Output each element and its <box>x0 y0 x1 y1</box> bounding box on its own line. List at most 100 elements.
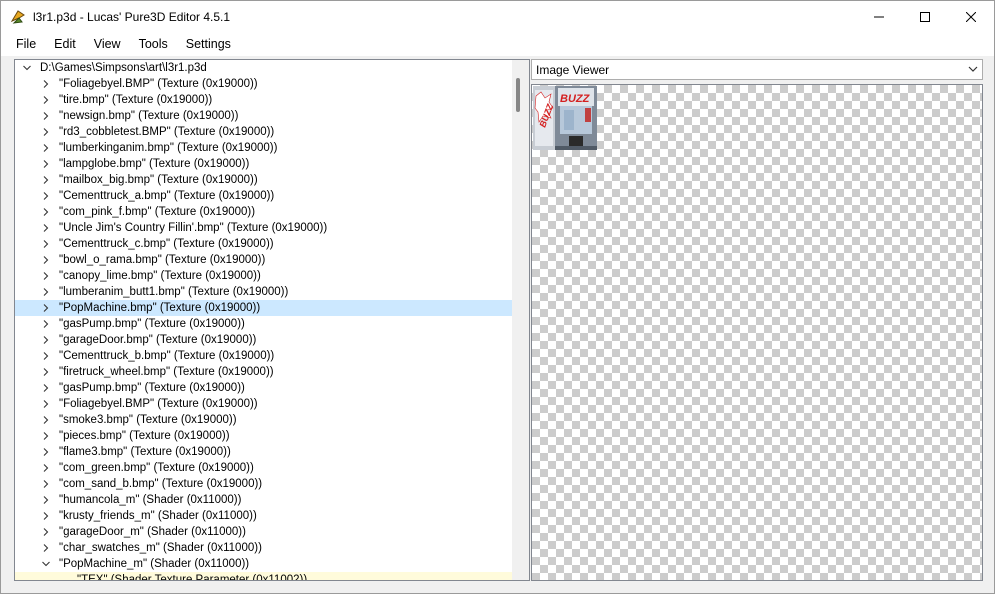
title-bar[interactable]: l3r1.p3d - Lucas' Pure3D Editor 4.5.1 <box>1 1 994 32</box>
texture-preview: BUZZ BUZZ <box>533 86 597 150</box>
tree-item[interactable]: "Foliagebyel.BMP" (Texture (0x19000)) <box>15 396 512 412</box>
tree-item[interactable]: "lampglobe.bmp" (Texture (0x19000)) <box>15 156 512 172</box>
tree-item[interactable]: "smoke3.bmp" (Texture (0x19000)) <box>15 412 512 428</box>
maximize-button[interactable] <box>902 1 948 32</box>
tree-item[interactable]: "newsign.bmp" (Texture (0x19000)) <box>15 108 512 124</box>
tree-item[interactable]: "bowl_o_rama.bmp" (Texture (0x19000)) <box>15 252 512 268</box>
tree-item[interactable]: "Cementtruck_c.bmp" (Texture (0x19000)) <box>15 236 512 252</box>
tree-item-label: "garageDoor_m" (Shader (0x11000)) <box>59 526 246 538</box>
tree-item[interactable]: "tire.bmp" (Texture (0x19000)) <box>15 92 512 108</box>
chevron-right-icon[interactable] <box>40 220 52 236</box>
menu-settings[interactable]: Settings <box>177 32 240 56</box>
minimize-button[interactable] <box>856 1 902 32</box>
chevron-right-icon[interactable] <box>40 364 52 380</box>
tree-item[interactable]: "Cementtruck_a.bmp" (Texture (0x19000)) <box>15 188 512 204</box>
chevron-down-icon[interactable] <box>40 556 52 572</box>
tree-item-label: "com_sand_b.bmp" (Texture (0x19000)) <box>59 478 263 490</box>
menu-view[interactable]: View <box>85 32 130 56</box>
chevron-right-icon[interactable] <box>40 460 52 476</box>
chevron-right-icon[interactable] <box>40 540 52 556</box>
chevron-right-icon[interactable] <box>40 236 52 252</box>
tree-item[interactable]: "com_pink_f.bmp" (Texture (0x19000)) <box>15 204 512 220</box>
tree-item-label: "Foliagebyel.BMP" (Texture (0x19000)) <box>59 78 258 90</box>
chevron-right-icon[interactable] <box>40 524 52 540</box>
tree-item[interactable]: "rd3_cobbletest.BMP" (Texture (0x19000)) <box>15 124 512 140</box>
tree-item-label: "Uncle Jim's Country Fillin'.bmp" (Textu… <box>59 222 328 234</box>
tree-item[interactable]: "com_sand_b.bmp" (Texture (0x19000)) <box>15 476 512 492</box>
chevron-right-icon[interactable] <box>40 396 52 412</box>
menu-edit[interactable]: Edit <box>45 32 85 56</box>
tree-item[interactable]: "mailbox_big.bmp" (Texture (0x19000)) <box>15 172 512 188</box>
tree-item-label: "com_pink_f.bmp" (Texture (0x19000)) <box>59 206 256 218</box>
chevron-right-icon[interactable] <box>40 492 52 508</box>
app-window: l3r1.p3d - Lucas' Pure3D Editor 4.5.1 Fi… <box>0 0 995 594</box>
tree-item[interactable]: "garageDoor.bmp" (Texture (0x19000)) <box>15 332 512 348</box>
chevron-right-icon[interactable] <box>40 300 52 316</box>
tree-item[interactable]: "com_green.bmp" (Texture (0x19000)) <box>15 460 512 476</box>
tree-item-label: "TEX" (Shader Texture Parameter (0x11002… <box>77 574 308 581</box>
tree-item[interactable]: "pieces.bmp" (Texture (0x19000)) <box>15 428 512 444</box>
tree-item-label: "PopMachine_m" (Shader (0x11000)) <box>59 558 250 570</box>
chevron-right-icon[interactable] <box>40 316 52 332</box>
tree-root[interactable]: D:\Games\Simpsons\art\l3r1.p3d <box>15 60 512 76</box>
tree-item[interactable]: "lumberkinganim.bmp" (Texture (0x19000)) <box>15 140 512 156</box>
tree-item-label: "firetruck_wheel.bmp" (Texture (0x19000)… <box>59 366 274 378</box>
chevron-right-icon[interactable] <box>40 92 52 108</box>
tree-item-label: "gasPump.bmp" (Texture (0x19000)) <box>59 382 245 394</box>
menu-tools[interactable]: Tools <box>130 32 177 56</box>
tree-item[interactable]: "canopy_lime.bmp" (Texture (0x19000)) <box>15 268 512 284</box>
chevron-right-icon[interactable] <box>40 140 52 156</box>
tree-item[interactable]: "gasPump.bmp" (Texture (0x19000)) <box>15 316 512 332</box>
chevron-right-icon[interactable] <box>40 252 52 268</box>
chevron-right-icon[interactable] <box>40 188 52 204</box>
tree-item[interactable]: "humancola_m" (Shader (0x11000)) <box>15 492 512 508</box>
tree-item[interactable]: "krusty_friends_m" (Shader (0x11000)) <box>15 508 512 524</box>
chevron-right-icon[interactable] <box>40 284 52 300</box>
tree-item[interactable]: "PopMachine_m" (Shader (0x11000)) <box>15 556 512 572</box>
tree-item-label: "krusty_friends_m" (Shader (0x11000)) <box>59 510 257 522</box>
tree-item-label: "lumberanim_butt1.bmp" (Texture (0x19000… <box>59 286 289 298</box>
close-button[interactable] <box>948 1 994 32</box>
chevron-right-icon[interactable] <box>40 444 52 460</box>
texture-buzz-horizontal: BUZZ <box>560 93 591 105</box>
right-scrollbar[interactable] <box>986 59 994 581</box>
tree-item[interactable]: "TEX" (Shader Texture Parameter (0x11002… <box>15 572 512 581</box>
chevron-right-icon[interactable] <box>40 124 52 140</box>
tree-item-label: "gasPump.bmp" (Texture (0x19000)) <box>59 318 245 330</box>
tree-item-label: "Foliagebyel.BMP" (Texture (0x19000)) <box>59 398 258 410</box>
chevron-right-icon[interactable] <box>40 204 52 220</box>
tree-scrollbar[interactable] <box>512 60 529 580</box>
chevron-down-icon <box>968 66 978 72</box>
chevron-right-icon[interactable] <box>40 172 52 188</box>
tree-item[interactable]: "PopMachine.bmp" (Texture (0x19000)) <box>15 300 512 316</box>
chevron-right-icon[interactable] <box>40 380 52 396</box>
chevron-down-icon[interactable] <box>21 60 33 76</box>
tree-item[interactable]: "gasPump.bmp" (Texture (0x19000)) <box>15 380 512 396</box>
viewer-select[interactable]: Image Viewer <box>531 59 983 80</box>
chevron-right-icon[interactable] <box>40 268 52 284</box>
tree-scroll-thumb[interactable] <box>516 78 520 112</box>
tree-item-label: "newsign.bmp" (Texture (0x19000)) <box>59 110 239 122</box>
chevron-right-icon[interactable] <box>40 348 52 364</box>
tree-item[interactable]: "garageDoor_m" (Shader (0x11000)) <box>15 524 512 540</box>
tree-item-label: "Cementtruck_a.bmp" (Texture (0x19000)) <box>59 190 275 202</box>
tree-item[interactable]: "Uncle Jim's Country Fillin'.bmp" (Textu… <box>15 220 512 236</box>
chevron-right-icon[interactable] <box>40 508 52 524</box>
tree-item[interactable]: "Foliagebyel.BMP" (Texture (0x19000)) <box>15 76 512 92</box>
chevron-right-icon[interactable] <box>40 76 52 92</box>
tree-item[interactable]: "flame3.bmp" (Texture (0x19000)) <box>15 444 512 460</box>
chevron-right-icon[interactable] <box>40 476 52 492</box>
file-tree[interactable]: D:\Games\Simpsons\art\l3r1.p3d "Foliageb… <box>14 59 530 581</box>
tree-item[interactable]: "lumberanim_butt1.bmp" (Texture (0x19000… <box>15 284 512 300</box>
viewer-select-value: Image Viewer <box>536 62 610 77</box>
tree-item[interactable]: "char_swatches_m" (Shader (0x11000)) <box>15 540 512 556</box>
tree-item[interactable]: "Cementtruck_b.bmp" (Texture (0x19000)) <box>15 348 512 364</box>
chevron-right-icon[interactable] <box>40 428 52 444</box>
chevron-right-icon[interactable] <box>40 108 52 124</box>
image-viewer-canvas[interactable]: BUZZ BUZZ <box>531 84 983 581</box>
menu-file[interactable]: File <box>7 32 45 56</box>
chevron-right-icon[interactable] <box>40 412 52 428</box>
chevron-right-icon[interactable] <box>40 156 52 172</box>
chevron-right-icon[interactable] <box>40 332 52 348</box>
tree-item[interactable]: "firetruck_wheel.bmp" (Texture (0x19000)… <box>15 364 512 380</box>
